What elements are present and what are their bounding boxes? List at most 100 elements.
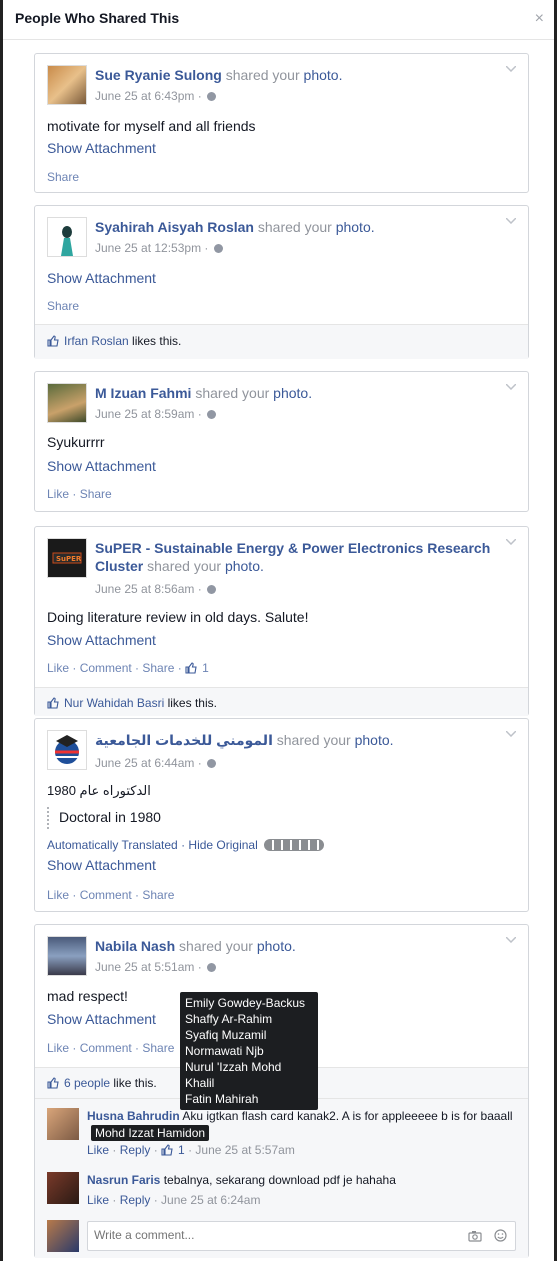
post-author-line: Nabila Nash shared your photo. [95,937,488,955]
like-link[interactable]: Like [47,1041,69,1055]
photo-link[interactable]: photo. [355,732,394,748]
thumbs-up-icon[interactable] [185,662,197,674]
post-actions: Share [47,299,79,313]
show-attachment-link[interactable]: Show Attachment [47,458,156,474]
comment: Husna Bahrudin Aku igtkan flash card kan… [47,1108,516,1157]
like-link[interactable]: Like [47,487,69,501]
post-author-line: المومني للخدمات الجامعية shared your pho… [95,731,488,749]
translation-divider [47,807,49,829]
separator: · [177,838,189,852]
comment-input[interactable] [94,1228,434,1242]
post-time[interactable]: June 25 at 6:43pm · [95,89,217,103]
show-attachment-link[interactable]: Show Attachment [47,270,156,286]
close-icon[interactable]: × [535,10,544,28]
comment-like-count[interactable]: 1 [178,1143,185,1157]
share-link[interactable]: Share [80,487,112,501]
author-name[interactable]: M Izuan Fahmi [95,385,191,401]
liker-name[interactable]: Irfan Roslan [64,334,129,348]
liker-name[interactable]: Nur Wahidah Basri [64,696,164,710]
timestamp[interactable]: June 25 at 6:44am · [95,756,202,770]
timestamp[interactable]: June 25 at 12:53pm · [95,241,208,255]
photo-link[interactable]: photo. [257,938,296,954]
shared-your-text: shared your [179,938,253,954]
comment-time[interactable]: June 25 at 6:24am [161,1193,260,1207]
author-name[interactable]: Syahirah Aisyah Roslan [95,219,254,235]
comment-like-link[interactable]: Like [87,1193,109,1207]
show-attachment-link[interactable]: Show Attachment [47,1011,156,1027]
chevron-down-icon[interactable] [506,218,516,224]
avatar [47,1220,79,1252]
photo-link[interactable]: photo. [225,558,264,574]
comment-like-link[interactable]: Like [87,1143,109,1157]
author-name[interactable]: المومني للخدمات الجامعية [95,732,273,748]
likes-people-link[interactable]: 6 people [64,1076,110,1090]
comment-reply-link[interactable]: Reply [120,1143,151,1157]
avatar[interactable]: SuPER [47,538,87,578]
photo-link[interactable]: photo. [273,385,312,401]
share-link[interactable]: Share [142,888,174,902]
chevron-down-icon[interactable] [506,539,516,545]
avatar[interactable] [47,217,87,257]
show-attachment-link[interactable]: Show Attachment [47,632,156,648]
avatar[interactable] [47,936,87,976]
post-time[interactable]: June 25 at 8:59am · [95,407,217,421]
avatar[interactable] [47,1172,79,1204]
share-link[interactable]: Share [142,661,174,675]
timestamp[interactable]: June 25 at 5:51am · [95,960,202,974]
show-attachment-link[interactable]: Show Attachment [47,857,156,873]
author-name[interactable]: Nabila Nash [95,938,175,954]
chevron-down-icon[interactable] [506,937,516,943]
author-name[interactable]: Sue Ryanie Sulong [95,67,222,83]
hide-original-link[interactable]: Hide Original [188,838,257,852]
share-link[interactable]: Share [142,1041,174,1055]
author-name-line1[interactable]: SuPER - Sustainable Energy & Power Elect… [95,540,490,556]
original-text: 1980 الدكتوراه عام [47,783,151,798]
comment-link[interactable]: Comment [80,1041,132,1055]
comment-reply-link[interactable]: Reply [120,1193,151,1207]
timestamp[interactable]: June 25 at 8:59am · [95,407,202,421]
avatar[interactable] [47,730,87,770]
share-link[interactable]: Share [47,170,79,184]
separator: · [131,661,143,675]
thumbs-up-icon[interactable] [161,1144,173,1156]
commenter-name[interactable]: Husna Bahrudin [87,1109,180,1123]
comment-time[interactable]: June 25 at 5:57am [195,1143,294,1157]
timestamp[interactable]: June 25 at 6:43pm · [95,89,202,103]
likes-suffix: like this. [110,1076,157,1090]
avatar[interactable] [47,383,87,423]
commenter-name[interactable]: Nasrun Faris [87,1173,160,1187]
chevron-down-icon[interactable] [506,731,516,737]
comment-meta: Like · Reply · June 25 at 6:24am [87,1192,516,1209]
tooltip-name: Fatin Mahirah [185,1092,259,1106]
emoji-icon[interactable] [494,1229,507,1245]
comment-link[interactable]: Comment [80,661,132,675]
avatar[interactable] [47,65,87,105]
comment-box[interactable] [87,1221,516,1251]
like-count[interactable]: 1 [202,661,209,675]
avatar[interactable] [47,1108,79,1140]
camera-icon[interactable] [468,1230,482,1245]
like-link[interactable]: Like [47,888,69,902]
photo-link[interactable]: photo. [304,67,343,83]
chevron-down-icon[interactable] [506,384,516,390]
shared-your-text: shared your [147,558,222,574]
chevron-down-icon[interactable] [506,66,516,72]
separator: · [69,661,80,675]
photo-link[interactable]: photo. [336,219,375,235]
show-attachment-link[interactable]: Show Attachment [47,140,156,156]
separator: · [109,1193,120,1207]
globe-icon [207,963,217,972]
share-link[interactable]: Share [47,299,79,313]
translation-rating-bar[interactable] [263,839,324,851]
post-time[interactable]: June 25 at 5:51am · [95,960,217,974]
tooltip-name: Emily Gowdey-Backus [185,996,306,1010]
timestamp[interactable]: June 25 at 8:56am · [95,582,202,596]
post-actions: Like · Comment · Share [47,888,174,902]
post-time[interactable]: June 25 at 12:53pm · [95,241,223,255]
post-time[interactable]: June 25 at 6:44am · [95,756,217,770]
like-link[interactable]: Like [47,661,69,675]
comment-link[interactable]: Comment [80,888,132,902]
auto-translated-link[interactable]: Automatically Translated [47,838,178,852]
post-time[interactable]: June 25 at 8:56am · [95,582,217,596]
author-name-line2[interactable]: Cluster [95,558,143,574]
